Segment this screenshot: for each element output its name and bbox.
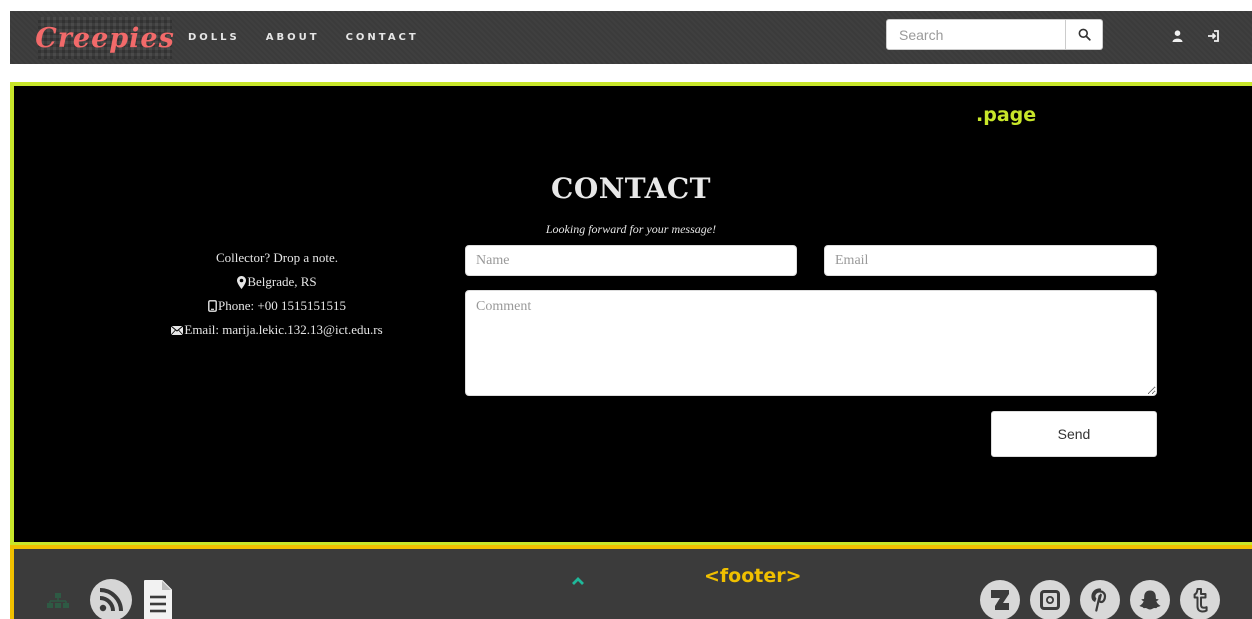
- snapchat-link[interactable]: [1130, 580, 1170, 619]
- document-icon: [144, 580, 172, 619]
- name-field[interactable]: [465, 245, 797, 276]
- nav-link-about[interactable]: ABOUT: [266, 32, 320, 43]
- page-subtitle: Looking forward for your message!: [545, 222, 717, 236]
- page-section: .page CONTACT Looking forward for your m…: [10, 82, 1252, 546]
- info-location: Belgrade, RS: [144, 270, 410, 294]
- tumblr-icon: [1193, 588, 1208, 613]
- instagram-icon: [1040, 590, 1060, 610]
- info-phone: Phone: +00 1515151515: [144, 294, 410, 318]
- pinterest-link[interactable]: [1080, 580, 1120, 619]
- nav-link-dolls[interactable]: DOLLS: [188, 32, 240, 43]
- sitemap-icon: [47, 593, 69, 608]
- tumblr-link[interactable]: [1180, 580, 1220, 619]
- info-email-text: Email: marija.lekic.132.13@ict.edu.rs: [184, 322, 383, 337]
- deviantart-icon: [991, 590, 1009, 610]
- nav-links: DOLLS ABOUT CONTACT: [188, 11, 445, 64]
- info-location-text: Belgrade, RS: [247, 274, 317, 289]
- envelope-icon: [171, 325, 184, 335]
- info-email: Email: marija.lekic.132.13@ict.edu.rs: [144, 318, 410, 342]
- contact-info: Collector? Drop a note. Belgrade, RS Pho…: [144, 246, 410, 342]
- search-button[interactable]: [1066, 19, 1103, 50]
- brand-logo[interactable]: Creepies: [35, 17, 175, 59]
- footer-debug-label: <footer>: [704, 565, 802, 587]
- login-icon: [1207, 30, 1219, 42]
- search-form: [886, 19, 1103, 50]
- phone-icon: [208, 300, 217, 312]
- footer: <footer>: [10, 545, 1252, 619]
- page-debug-label: .page: [976, 104, 1037, 126]
- navbar: Creepies DOLLS ABOUT CONTACT: [10, 11, 1252, 64]
- nav-link-contact[interactable]: CONTACT: [346, 32, 419, 43]
- chevron-up-icon: [572, 577, 584, 585]
- email-field[interactable]: [824, 245, 1157, 276]
- send-button[interactable]: Send: [991, 411, 1157, 457]
- pinterest-icon: [1091, 588, 1107, 612]
- rss-icon: [99, 588, 123, 612]
- search-input[interactable]: [886, 19, 1066, 50]
- deviantart-link[interactable]: [980, 580, 1020, 619]
- info-phone-text: Phone: +00 1515151515: [218, 298, 346, 313]
- user-button[interactable]: [1168, 27, 1186, 45]
- rss-link[interactable]: [90, 579, 132, 619]
- map-marker-icon: [237, 275, 247, 289]
- info-tagline-text: Collector? Drop a note.: [215, 250, 338, 265]
- sitemap-link[interactable]: [47, 591, 69, 616]
- snapchat-icon: [1139, 590, 1161, 610]
- instagram-link[interactable]: [1030, 580, 1070, 619]
- document-link[interactable]: [142, 579, 174, 619]
- info-tagline: Collector? Drop a note.: [144, 246, 410, 270]
- brand-logo-text: Creepies: [35, 22, 175, 54]
- back-to-top-button[interactable]: [571, 573, 585, 591]
- login-button[interactable]: [1204, 27, 1222, 45]
- user-icon: [1172, 30, 1182, 42]
- comment-field[interactable]: [465, 290, 1157, 396]
- page-title: CONTACT: [551, 172, 711, 205]
- search-icon: [1078, 28, 1091, 41]
